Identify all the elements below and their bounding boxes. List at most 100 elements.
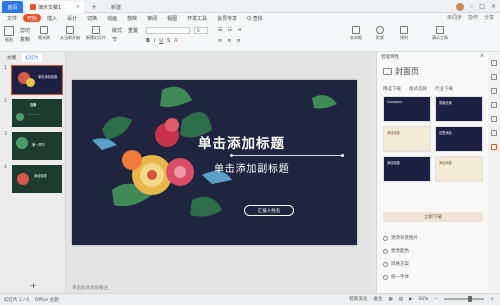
add-slide-button[interactable]: + xyxy=(30,281,37,290)
underline-button[interactable]: U xyxy=(159,38,163,44)
properties-icon[interactable] xyxy=(491,74,497,80)
slide-thumbnail-2[interactable]: 目录 — — — xyxy=(12,99,62,127)
new-tab-button[interactable]: + xyxy=(86,1,102,13)
bold-button[interactable]: B xyxy=(146,38,150,44)
close-tab-icon[interactable]: × xyxy=(76,4,80,10)
font-name-select[interactable] xyxy=(146,27,190,34)
template-card[interactable]: 添加标题 xyxy=(383,156,431,182)
template-card[interactable]: Company xyxy=(383,96,431,122)
menu-start[interactable]: 开始 xyxy=(23,14,42,22)
menu-file[interactable]: 文件 xyxy=(3,14,21,22)
menu-slideshow[interactable]: 放映 xyxy=(123,14,141,22)
indent-icon[interactable]: ⇥ xyxy=(237,27,241,33)
slide-thumbnail-3[interactable]: 第一章节 xyxy=(12,132,62,160)
zoom-slider[interactable] xyxy=(444,296,485,302)
cut-button[interactable]: 剪切 xyxy=(20,27,30,34)
template-card[interactable]: 这里添加 xyxy=(435,126,483,152)
change-background-link[interactable]: 更改背景图片 xyxy=(383,235,418,241)
side-icon-strip xyxy=(488,52,500,293)
tab-outline[interactable]: 大纲 xyxy=(4,54,19,62)
folder-icon[interactable] xyxy=(491,102,497,108)
sorter-view-icon[interactable]: ▤ xyxy=(399,297,403,302)
menu-member[interactable]: 会员专享 xyxy=(213,14,241,22)
start-from-current-button[interactable]: 从当前开始 xyxy=(60,26,80,41)
template-card[interactable]: 添加标题 xyxy=(435,156,483,182)
template-card[interactable]: 蒙版色调 xyxy=(435,96,483,122)
tab-document[interactable]: 演示文稿1 × xyxy=(26,1,84,13)
strikethrough-icon[interactable]: S xyxy=(167,38,170,44)
maximize-icon[interactable]: □ xyxy=(479,3,485,10)
menu-insert[interactable]: 插入 xyxy=(43,14,61,22)
select-icon[interactable] xyxy=(491,60,497,66)
change-color-link[interactable]: 更改配色 xyxy=(383,248,409,254)
align-right-icon[interactable]: ≡ xyxy=(236,38,240,44)
close-icon[interactable]: × xyxy=(491,3,496,10)
slide-thumbnail-1[interactable]: 单击添加标题 xyxy=(11,65,63,95)
zoom-out-icon[interactable]: − xyxy=(434,297,438,302)
text-box-button[interactable]: 文本框 xyxy=(350,26,362,41)
format-painter-button[interactable]: 格式刷 xyxy=(38,26,50,41)
bullets-icon[interactable]: ☰ xyxy=(218,27,222,33)
align-center-icon[interactable]: ≡ xyxy=(227,38,231,44)
current-slide[interactable]: 单击添加标题 单击添加副标题 汇报人姓名 xyxy=(72,80,357,245)
menu-view[interactable]: 视图 xyxy=(163,14,181,22)
menu-review[interactable]: 审阅 xyxy=(143,14,161,22)
tab-slides[interactable]: 幻灯片 xyxy=(22,54,42,62)
close-icon[interactable]: × xyxy=(480,53,484,59)
section-button[interactable]: 节 xyxy=(112,36,117,43)
align-left-icon[interactable]: ≡ xyxy=(218,38,222,44)
template-card[interactable]: 添加标题 xyxy=(383,126,431,152)
slide-number: 4 xyxy=(4,165,7,170)
filter-download[interactable]: 精选下载 xyxy=(383,86,401,92)
settings-icon[interactable] xyxy=(491,130,497,136)
zoom-level[interactable]: 66% xyxy=(418,297,428,302)
chart-icon[interactable] xyxy=(491,116,497,122)
share-button[interactable]: 分享 xyxy=(484,14,494,21)
tab-home[interactable]: 首页 xyxy=(2,1,23,13)
slide-title[interactable]: 单击添加标题 xyxy=(198,132,285,152)
tab-new[interactable]: 新建 xyxy=(107,1,137,13)
numbering-icon[interactable]: ☷ xyxy=(227,27,231,33)
copy-button[interactable]: 复制 xyxy=(20,36,30,43)
paste-button[interactable]: 粘贴 xyxy=(4,26,14,43)
new-slide-button[interactable]: 新建幻灯片 xyxy=(86,26,106,41)
avatar[interactable] xyxy=(456,2,465,11)
menu-transition[interactable]: 切换 xyxy=(83,14,101,22)
layout-button[interactable]: 版式 xyxy=(112,27,122,34)
animation-icon[interactable] xyxy=(491,88,497,94)
menu-developer[interactable]: 开发工具 xyxy=(183,14,211,22)
font-size-select[interactable]: 0 xyxy=(194,27,208,34)
reset-button[interactable]: 重置 xyxy=(128,27,138,34)
presenter-badge[interactable]: 汇报人姓名 xyxy=(244,205,294,216)
play-icon[interactable]: ▶ xyxy=(409,297,412,302)
normal-view-icon[interactable]: ▦ xyxy=(388,297,392,302)
arrange-label: 排列 xyxy=(400,35,408,40)
sync-status[interactable]: 未同步 xyxy=(447,14,462,21)
slide-thumbnail-4[interactable]: 添加标题 xyxy=(12,165,62,193)
menu-search[interactable]: Q 查找 xyxy=(243,14,267,22)
minimize-icon[interactable]: – xyxy=(470,3,473,10)
filter-industry[interactable]: 行业下载 xyxy=(435,86,453,92)
unify-font-link[interactable]: 统一字体 xyxy=(383,274,409,280)
menu-design[interactable]: 设计 xyxy=(63,14,81,22)
style-scheme-link[interactable]: 风格方案 xyxy=(383,261,409,267)
download-button[interactable]: 立即下载 xyxy=(383,212,483,222)
smart-art-button[interactable]: 演示工具 xyxy=(432,26,448,41)
italic-button[interactable]: I xyxy=(154,38,155,44)
zoom-in-icon[interactable]: + xyxy=(490,297,494,302)
shape-button[interactable]: 形状 xyxy=(376,26,384,41)
zoom-handle[interactable] xyxy=(467,296,472,302)
notes-toggle[interactable]: 备注 xyxy=(373,296,382,302)
slide-subtitle[interactable]: 单击添加副标题 xyxy=(214,160,290,175)
menu-animation[interactable]: 动画 xyxy=(103,14,121,22)
arrange-button[interactable]: 排列 xyxy=(400,26,408,41)
smart-beautify-button[interactable]: 智能美化 xyxy=(349,296,367,302)
status-bar: 幻灯片 1 / 4 Office 主题 智能美化 备注 ▦ ▤ ▶ 66% − … xyxy=(0,293,500,305)
collaborate-button[interactable]: 协作 xyxy=(468,14,478,21)
cover-icon xyxy=(383,68,392,75)
filter-layout[interactable]: 版式选择 xyxy=(409,86,427,92)
notes-field[interactable]: 单击此处添加备注 xyxy=(72,283,372,292)
design-icon[interactable] xyxy=(491,144,497,150)
font-color-icon[interactable]: A xyxy=(174,38,177,44)
start-from-label: 从当前开始 xyxy=(60,35,80,40)
